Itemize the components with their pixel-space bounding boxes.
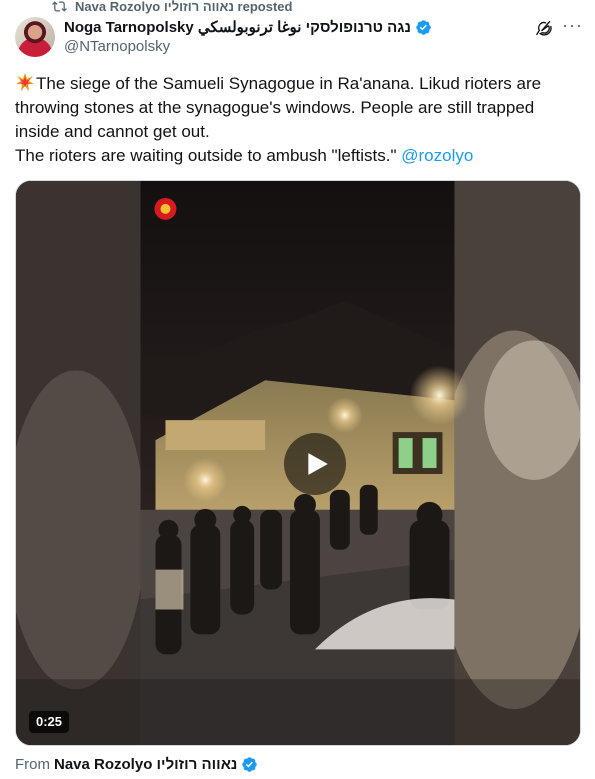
video-source-attribution: From Nava Rozolyo נאווה רוזוליו [15,754,258,774]
verified-badge-icon [242,756,258,772]
tweet-text-line-1: The siege of the Samueli Synagogue in Ra… [36,74,542,93]
tweet-text-line-2: throwing stones at the synagogue's windo… [15,98,535,117]
repost-text: Nava Rozolyo נאווה רוזוליו reposted [75,0,293,14]
grok-icon[interactable] [535,19,553,37]
play-button[interactable] [284,433,346,495]
verified-badge-icon [416,19,431,35]
tweet-text: The siege of the Samueli Synagogue in Ra… [15,72,580,168]
tweet-text-line-4: The rioters are waiting outside to ambus… [15,146,397,165]
author-avatar[interactable] [15,17,55,57]
video-player[interactable]: 0:25 [15,180,581,746]
collision-emoji-icon [16,73,34,91]
repost-indicator[interactable]: Nava Rozolyo נאווה רוזוליו reposted [52,0,292,14]
author-display-name[interactable]: Noga Tarnopolsky נגה טרנופולסקי نوغا ترن… [64,18,411,36]
repost-icon [52,0,67,12]
author-handle[interactable]: @NTarnopolsky [64,38,595,58]
from-prefix: From [15,755,50,773]
more-options-icon[interactable]: ··· [562,16,582,37]
mention-link[interactable]: @rozolyo [401,146,473,165]
tweet-text-line-3: inside and cannot get out. [15,122,210,141]
video-duration: 0:25 [29,711,70,733]
tweet-header: Noga Tarnopolsky נגה טרנופולסקי نوغا ترن… [64,17,595,58]
source-account-name[interactable]: Nava Rozolyo נאווה רוזוליו [54,756,237,773]
play-icon [308,453,328,475]
